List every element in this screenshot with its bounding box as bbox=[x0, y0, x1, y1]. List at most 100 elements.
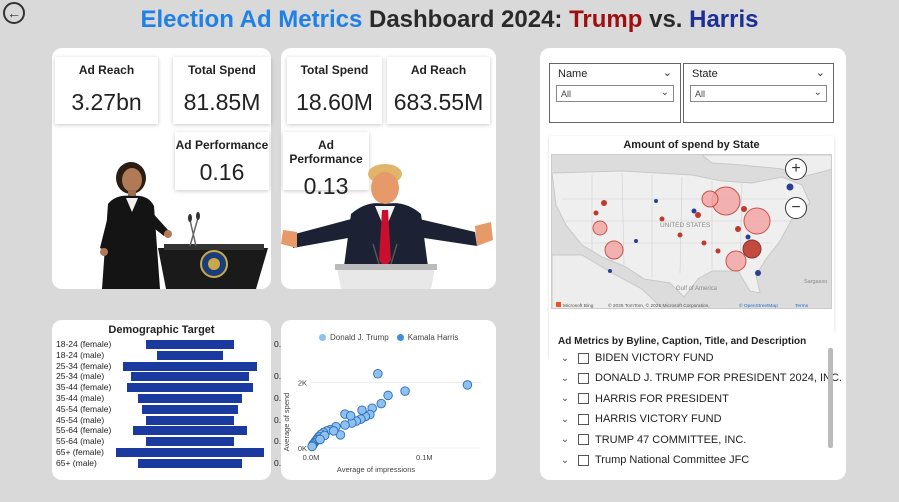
demographic-bar[interactable] bbox=[156, 350, 224, 360]
byline-scrollbar[interactable] bbox=[828, 348, 833, 448]
state-filter-dropdown[interactable]: All ⌄ bbox=[690, 85, 827, 102]
demographic-bar-chart: 18-24 (female)0.0618-24 (male)25-34 (fem… bbox=[52, 339, 291, 479]
demographic-bar[interactable] bbox=[133, 426, 247, 436]
demographic-row: 55-64 (male)0.06 bbox=[52, 436, 291, 447]
scatter-point[interactable] bbox=[373, 368, 383, 379]
scatter-point[interactable] bbox=[383, 390, 393, 401]
demographic-bar[interactable] bbox=[145, 437, 235, 447]
chevron-down-icon[interactable]: ⌄ bbox=[663, 66, 672, 79]
map-marker bbox=[786, 183, 794, 191]
demographic-bar[interactable] bbox=[138, 394, 242, 403]
page-title: Election Ad Metrics Dashboard 2024: Trum… bbox=[0, 6, 899, 34]
demographic-row: 18-24 (male) bbox=[52, 350, 262, 361]
map-marker bbox=[742, 239, 762, 259]
demographic-row-label: 65+ (male) bbox=[56, 457, 97, 468]
state-filter-slicer: State ⌄ All ⌄ bbox=[683, 63, 834, 123]
scatter-point[interactable] bbox=[376, 398, 387, 409]
checkbox[interactable] bbox=[578, 434, 589, 446]
demographic-row: 35-44 (male)0.07 bbox=[52, 393, 291, 404]
demographic-row: 55-64 (female) bbox=[52, 425, 262, 436]
chevron-down-icon[interactable]: ⌄ bbox=[558, 393, 572, 404]
demographic-bar[interactable] bbox=[130, 372, 250, 382]
chevron-down-icon[interactable]: ⌄ bbox=[558, 373, 572, 384]
map-credit-text: © 2025 TomTom, © 2025 Microsoft Corporat… bbox=[608, 302, 710, 309]
map-marker bbox=[701, 240, 707, 246]
scatter-point[interactable] bbox=[357, 405, 367, 415]
title-part-dashboard: Dashboard 2024: bbox=[362, 6, 570, 33]
scatter-point[interactable] bbox=[345, 411, 356, 421]
map-marker bbox=[741, 206, 747, 212]
scatter-point[interactable] bbox=[400, 386, 410, 396]
list-item-label: HARRIS VICTORY FUND bbox=[595, 413, 722, 426]
checkbox[interactable] bbox=[578, 393, 589, 405]
trump-reach-card: Ad Reach 683.55M bbox=[387, 57, 490, 124]
demographic-bar[interactable] bbox=[123, 361, 257, 371]
x-axis-label: Average of impressions bbox=[337, 465, 415, 474]
scatter-panel: Donald J. Trump Kamala Harris 0K 2K 0.0M 0.… bbox=[281, 320, 496, 480]
harris-photo bbox=[100, 162, 268, 289]
scatter-point[interactable] bbox=[328, 426, 339, 436]
map-marker bbox=[592, 220, 608, 236]
demographic-row-label: 35-44 (female) bbox=[56, 382, 112, 393]
legend-trump-label: Donald J. Trump bbox=[330, 333, 389, 342]
trump-panel: Total Spend 18.60M Ad Reach 683.55M Ad P… bbox=[281, 48, 496, 289]
chevron-down-icon[interactable]: ⌄ bbox=[816, 66, 825, 79]
demographic-row: 45-54 (female) bbox=[52, 404, 262, 415]
list-item[interactable]: ⌄ HARRIS FOR PRESIDENT bbox=[558, 389, 729, 409]
demographic-row: 65+ (female) bbox=[52, 447, 264, 458]
map-credit-link[interactable]: © OpenStreetMap bbox=[739, 302, 778, 309]
map-credit-terms[interactable]: Terms bbox=[795, 303, 809, 309]
trump-spend-value: 18.60M bbox=[296, 89, 373, 115]
name-filter-dropdown[interactable]: All ⌄ bbox=[556, 85, 674, 102]
state-filter-value: All bbox=[695, 89, 706, 99]
scatter-point[interactable] bbox=[315, 434, 325, 445]
demographic-row: 25-34 (female) bbox=[52, 361, 262, 372]
title-part-vs: vs. bbox=[642, 6, 690, 33]
checkbox[interactable] bbox=[578, 372, 589, 384]
chevron-down-icon[interactable]: ⌄ bbox=[558, 455, 572, 466]
map-label-gulf: Gulf of America bbox=[676, 286, 718, 292]
demographic-title: Demographic Target bbox=[108, 324, 215, 336]
map-marker bbox=[593, 210, 599, 216]
name-filter-value: All bbox=[561, 89, 572, 99]
legend-trump-dot bbox=[319, 334, 326, 341]
chevron-down-icon[interactable]: ⌄ bbox=[558, 434, 572, 445]
demographic-panel: Demographic Target 18-24 (female)0.0618-… bbox=[52, 320, 291, 480]
scatter-point[interactable] bbox=[462, 380, 473, 390]
trump-reach-label: Ad Reach bbox=[410, 63, 467, 77]
harris-spend-value: 81.85M bbox=[183, 89, 261, 115]
trump-reach-value: 683.55M bbox=[393, 89, 484, 115]
demographic-row: 35-44 (female) bbox=[52, 382, 262, 393]
list-item[interactable]: ⌄ TRUMP 47 COMMITTEE, INC. bbox=[558, 430, 747, 450]
demographic-bar[interactable] bbox=[145, 340, 235, 349]
scatter-point[interactable] bbox=[307, 441, 317, 452]
trump-photo bbox=[281, 164, 493, 289]
demographic-bar[interactable] bbox=[138, 458, 242, 468]
demographic-bar[interactable] bbox=[145, 415, 235, 425]
demographic-bar[interactable] bbox=[141, 404, 239, 414]
scatter-point[interactable] bbox=[340, 420, 350, 430]
map-title: Amount of spend by State bbox=[623, 139, 760, 151]
zoom-out-icon[interactable]: − bbox=[785, 197, 807, 219]
demographic-bar[interactable] bbox=[127, 383, 253, 393]
demographic-row: 45-54 (male)0.06 bbox=[52, 415, 291, 426]
chevron-down-icon[interactable]: ⌄ bbox=[558, 353, 572, 364]
map-marker bbox=[755, 270, 761, 276]
byline-list-title: Ad Metrics by Byline, Caption, Title, an… bbox=[558, 336, 807, 347]
list-item[interactable]: ⌄ DONALD J. TRUMP FOR PRESIDENT 2024, INC… bbox=[558, 368, 842, 388]
chevron-down-icon[interactable]: ⌄ bbox=[558, 414, 572, 425]
list-item[interactable]: ⌄ Trump National Committee JFC bbox=[558, 450, 749, 470]
list-item[interactable]: ⌄ HARRIS VICTORY FUND bbox=[558, 409, 722, 429]
map-marker bbox=[691, 208, 697, 214]
checkbox[interactable] bbox=[578, 454, 589, 466]
list-item[interactable]: ⌄ BIDEN VICTORY FUND bbox=[558, 348, 714, 368]
checkbox[interactable] bbox=[578, 352, 589, 364]
demographic-row-label: 65+ (female) bbox=[56, 447, 104, 457]
chevron-down-icon: ⌄ bbox=[813, 87, 822, 98]
checkbox[interactable] bbox=[578, 413, 589, 425]
demographic-bar[interactable] bbox=[116, 448, 264, 457]
trump-spend-label: Total Spend bbox=[300, 63, 369, 77]
chevron-down-icon: ⌄ bbox=[660, 87, 669, 98]
harris-spend-card: Total Spend 81.85M bbox=[173, 57, 271, 124]
zoom-in-icon[interactable]: + bbox=[785, 158, 807, 180]
